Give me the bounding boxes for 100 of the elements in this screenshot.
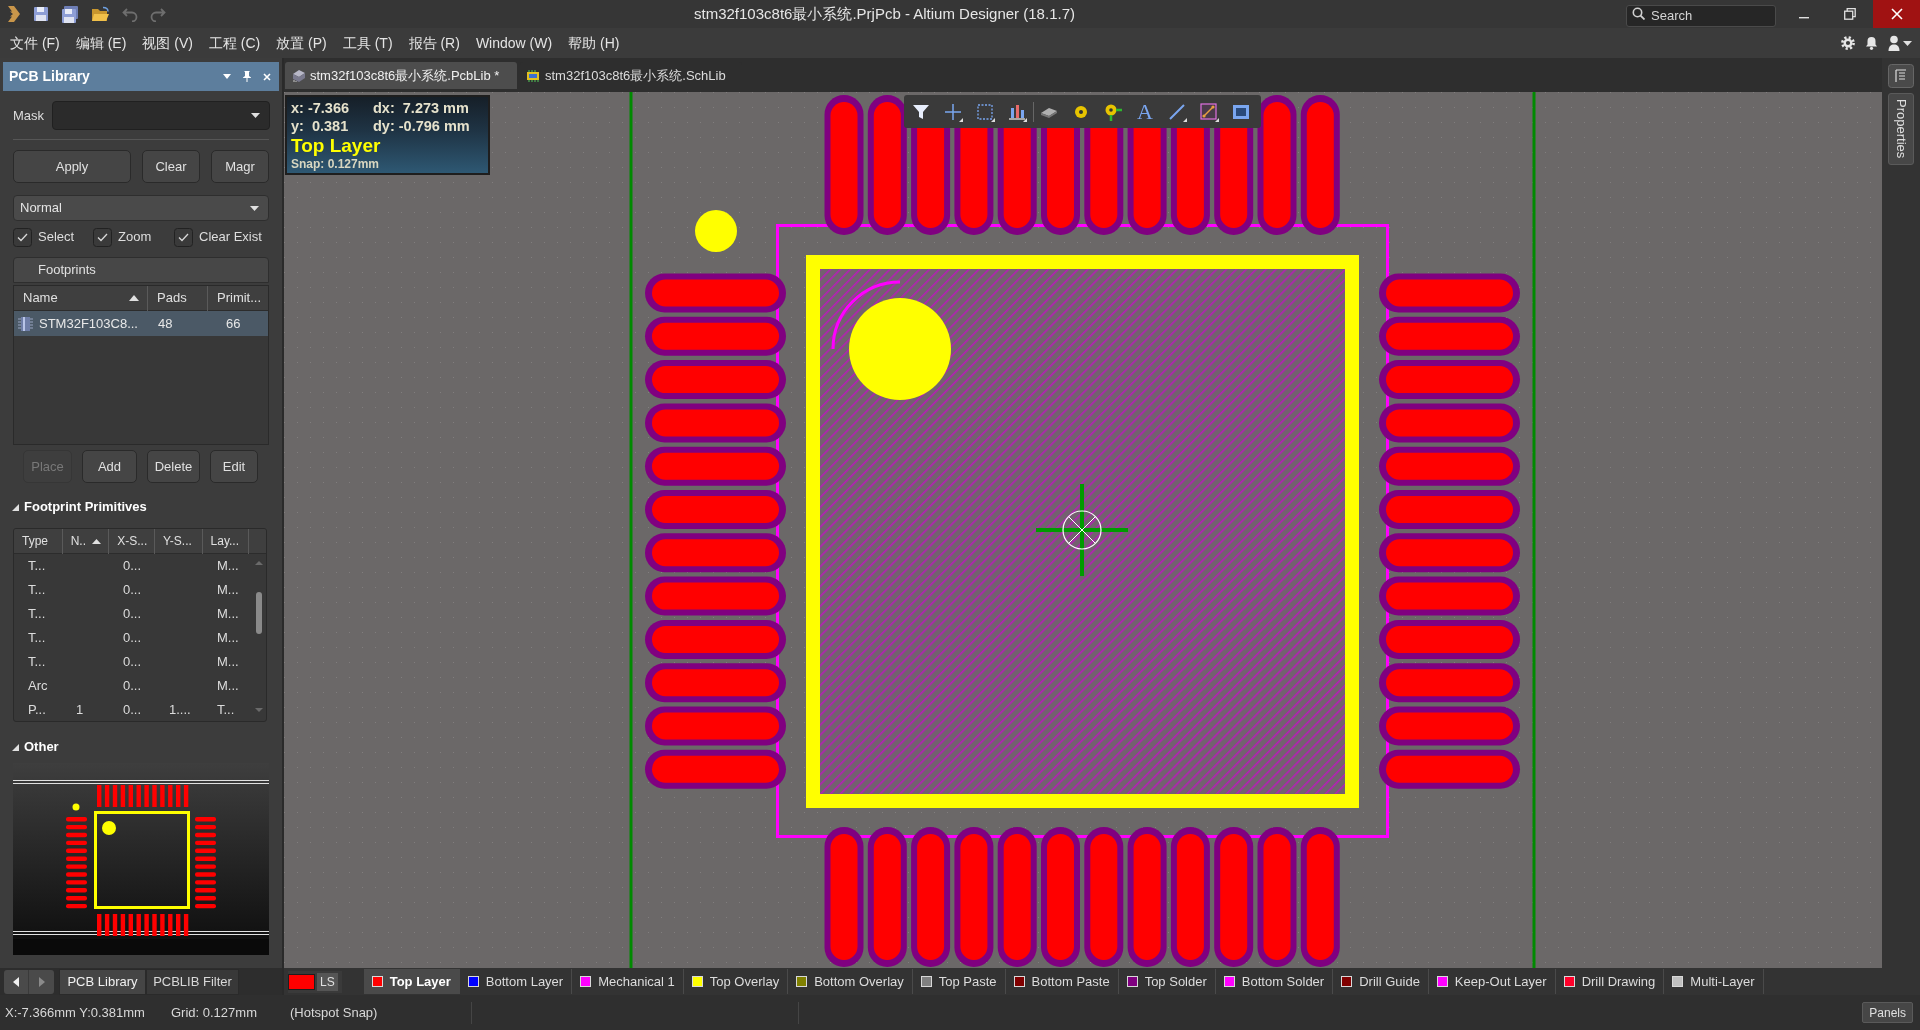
save-icon[interactable] [33, 6, 49, 22]
column-header[interactable]: Name [14, 285, 147, 311]
expand-triangle-icon[interactable] [12, 743, 19, 751]
menu-item[interactable]: 编辑 (E) [67, 30, 135, 56]
close-icon[interactable] [263, 72, 271, 81]
filter-button[interactable]: Apply [13, 150, 131, 183]
layer-tab[interactable]: Drill Drawing [1555, 969, 1665, 994]
layer-tab[interactable]: Bottom Layer [459, 969, 573, 994]
menu-item[interactable]: 放置 (P) [268, 30, 335, 56]
table-cell-text: 66 [226, 314, 241, 333]
action-button[interactable]: Edit [210, 450, 258, 483]
footprint-drawing[interactable] [645, 95, 1520, 967]
table-cell-text: M... [217, 677, 239, 696]
menu-item[interactable]: 帮助 (H) [560, 30, 628, 56]
coordinate-text: x: -7.366 [291, 99, 351, 117]
line-icon[interactable] [1167, 101, 1187, 122]
search-field[interactable]: Search [1626, 4, 1776, 27]
panel-tab[interactable]: PCBLIB Filter [146, 968, 239, 995]
column-header[interactable]: Lay... [201, 529, 249, 554]
layer-tab[interactable]: Top Paste [912, 969, 1006, 994]
column-header[interactable]: Primit... [207, 285, 268, 311]
save-all-icon[interactable] [61, 5, 79, 23]
gear-icon[interactable] [1841, 36, 1855, 50]
layer-tab[interactable]: Bottom Solder [1215, 969, 1334, 994]
layer-tab[interactable]: Top Solder [1118, 969, 1216, 994]
restore-icon[interactable] [1844, 8, 1856, 20]
properties-tab[interactable]: Properties [1888, 93, 1914, 165]
table-cell-text: T... [28, 653, 46, 672]
mode-dropdown[interactable]: Normal [13, 195, 269, 221]
column-header[interactable]: Y-S... [153, 529, 202, 554]
layer-tab[interactable]: Top Layer [363, 969, 460, 994]
layer-tab[interactable]: Multi-Layer [1664, 969, 1764, 994]
table-cell-text: 1 [76, 701, 84, 720]
layer-name: Top Layer [291, 135, 381, 157]
checkbox[interactable] [93, 227, 112, 247]
column-header[interactable]: X-S... [108, 529, 154, 554]
menu-item[interactable]: 报告 (R) [400, 30, 468, 56]
bell-icon[interactable] [1865, 36, 1878, 50]
action-button[interactable]: Delete [147, 450, 200, 483]
table-cell-text: 0... [123, 677, 142, 696]
checkbox[interactable] [13, 227, 32, 247]
table-cell-text: 0... [123, 629, 142, 648]
filter-button[interactable]: Clear [142, 150, 200, 183]
table-cell-text: M... [217, 653, 239, 672]
cursor-position: X:-7.366mm Y:0.381mm [5, 1003, 146, 1022]
layer-tab[interactable]: Bottom Overlay [788, 969, 913, 994]
action-button[interactable]: Add [82, 450, 137, 483]
layer-tab[interactable]: Drill Guide [1333, 969, 1429, 994]
caret-down-icon[interactable] [1903, 40, 1912, 46]
user-icon[interactable] [1888, 35, 1900, 51]
arrow-right-icon[interactable] [38, 976, 45, 987]
sort-arrow-icon [129, 295, 139, 301]
panel-tab[interactable]: PCB Library [59, 968, 146, 995]
grid-size: Grid: 0.127mm [171, 1003, 258, 1022]
list-icon[interactable] [1888, 64, 1914, 88]
layer-tab[interactable]: Bottom Paste [1005, 969, 1119, 994]
search-icon [1632, 7, 1645, 20]
layer-tab[interactable]: Mechanical 1 [572, 969, 684, 994]
undo-icon[interactable] [122, 6, 138, 22]
arrow-left-icon[interactable] [13, 976, 19, 987]
sort-arrow-icon [91, 538, 101, 544]
table-cell-text: T... [28, 605, 46, 624]
text-tool-button[interactable]: A [1135, 99, 1155, 124]
column-header[interactable]: N.. [61, 529, 109, 554]
minimize-icon[interactable] [1799, 17, 1809, 19]
column-header[interactable]: Type [14, 529, 62, 554]
caret-down-icon[interactable] [223, 74, 231, 79]
panels-button[interactable]: Panels [1862, 1002, 1913, 1023]
redo-icon[interactable] [150, 6, 166, 22]
caret-down-icon [251, 113, 260, 118]
snap-mode: (Hotspot Snap) [290, 1003, 378, 1022]
layer-tab[interactable]: Keep-Out Layer [1428, 969, 1556, 994]
table-row[interactable]: STM32F103C8... 48 66 [14, 311, 268, 336]
close-button[interactable] [1873, 0, 1920, 28]
expand-triangle-icon[interactable] [12, 503, 19, 511]
line-box-icon[interactable] [1199, 101, 1219, 122]
menu-item[interactable]: Window (W) [467, 30, 561, 56]
column-header[interactable]: Pads [147, 285, 207, 311]
table-cell-text: P... [28, 701, 46, 720]
pin-icon[interactable] [243, 71, 251, 82]
dashed-rectangle-icon[interactable] [975, 101, 995, 122]
checkbox[interactable] [174, 227, 193, 247]
menu-item[interactable]: 工程 (C) [200, 30, 269, 56]
table-cell-text: T... [28, 581, 46, 600]
filter-button[interactable]: Magr [211, 150, 269, 183]
mask-field[interactable] [52, 101, 270, 130]
table-cell-text: T... [28, 557, 46, 576]
open-folder-icon[interactable] [91, 6, 110, 22]
document-tab[interactable]: stm32f103c8t6最小系统.PcbLib * [285, 62, 517, 89]
section-title: Footprint Primitives [24, 498, 147, 517]
menu-item[interactable]: 视图 (V) [134, 30, 201, 56]
menu-item[interactable]: 文件 (F) [2, 30, 68, 56]
layer-tab[interactable]: Top Overlay [683, 969, 789, 994]
menu-item[interactable]: 工具 (T) [334, 30, 401, 56]
layer-set-button[interactable]: LS [288, 970, 342, 993]
table-cell-text: 0... [123, 581, 142, 600]
checkbox-label: Select [38, 228, 75, 247]
plus-icon[interactable] [943, 101, 963, 122]
logo-icon[interactable] [5, 5, 21, 23]
coordinate-text: y: 0.381 [291, 117, 350, 135]
